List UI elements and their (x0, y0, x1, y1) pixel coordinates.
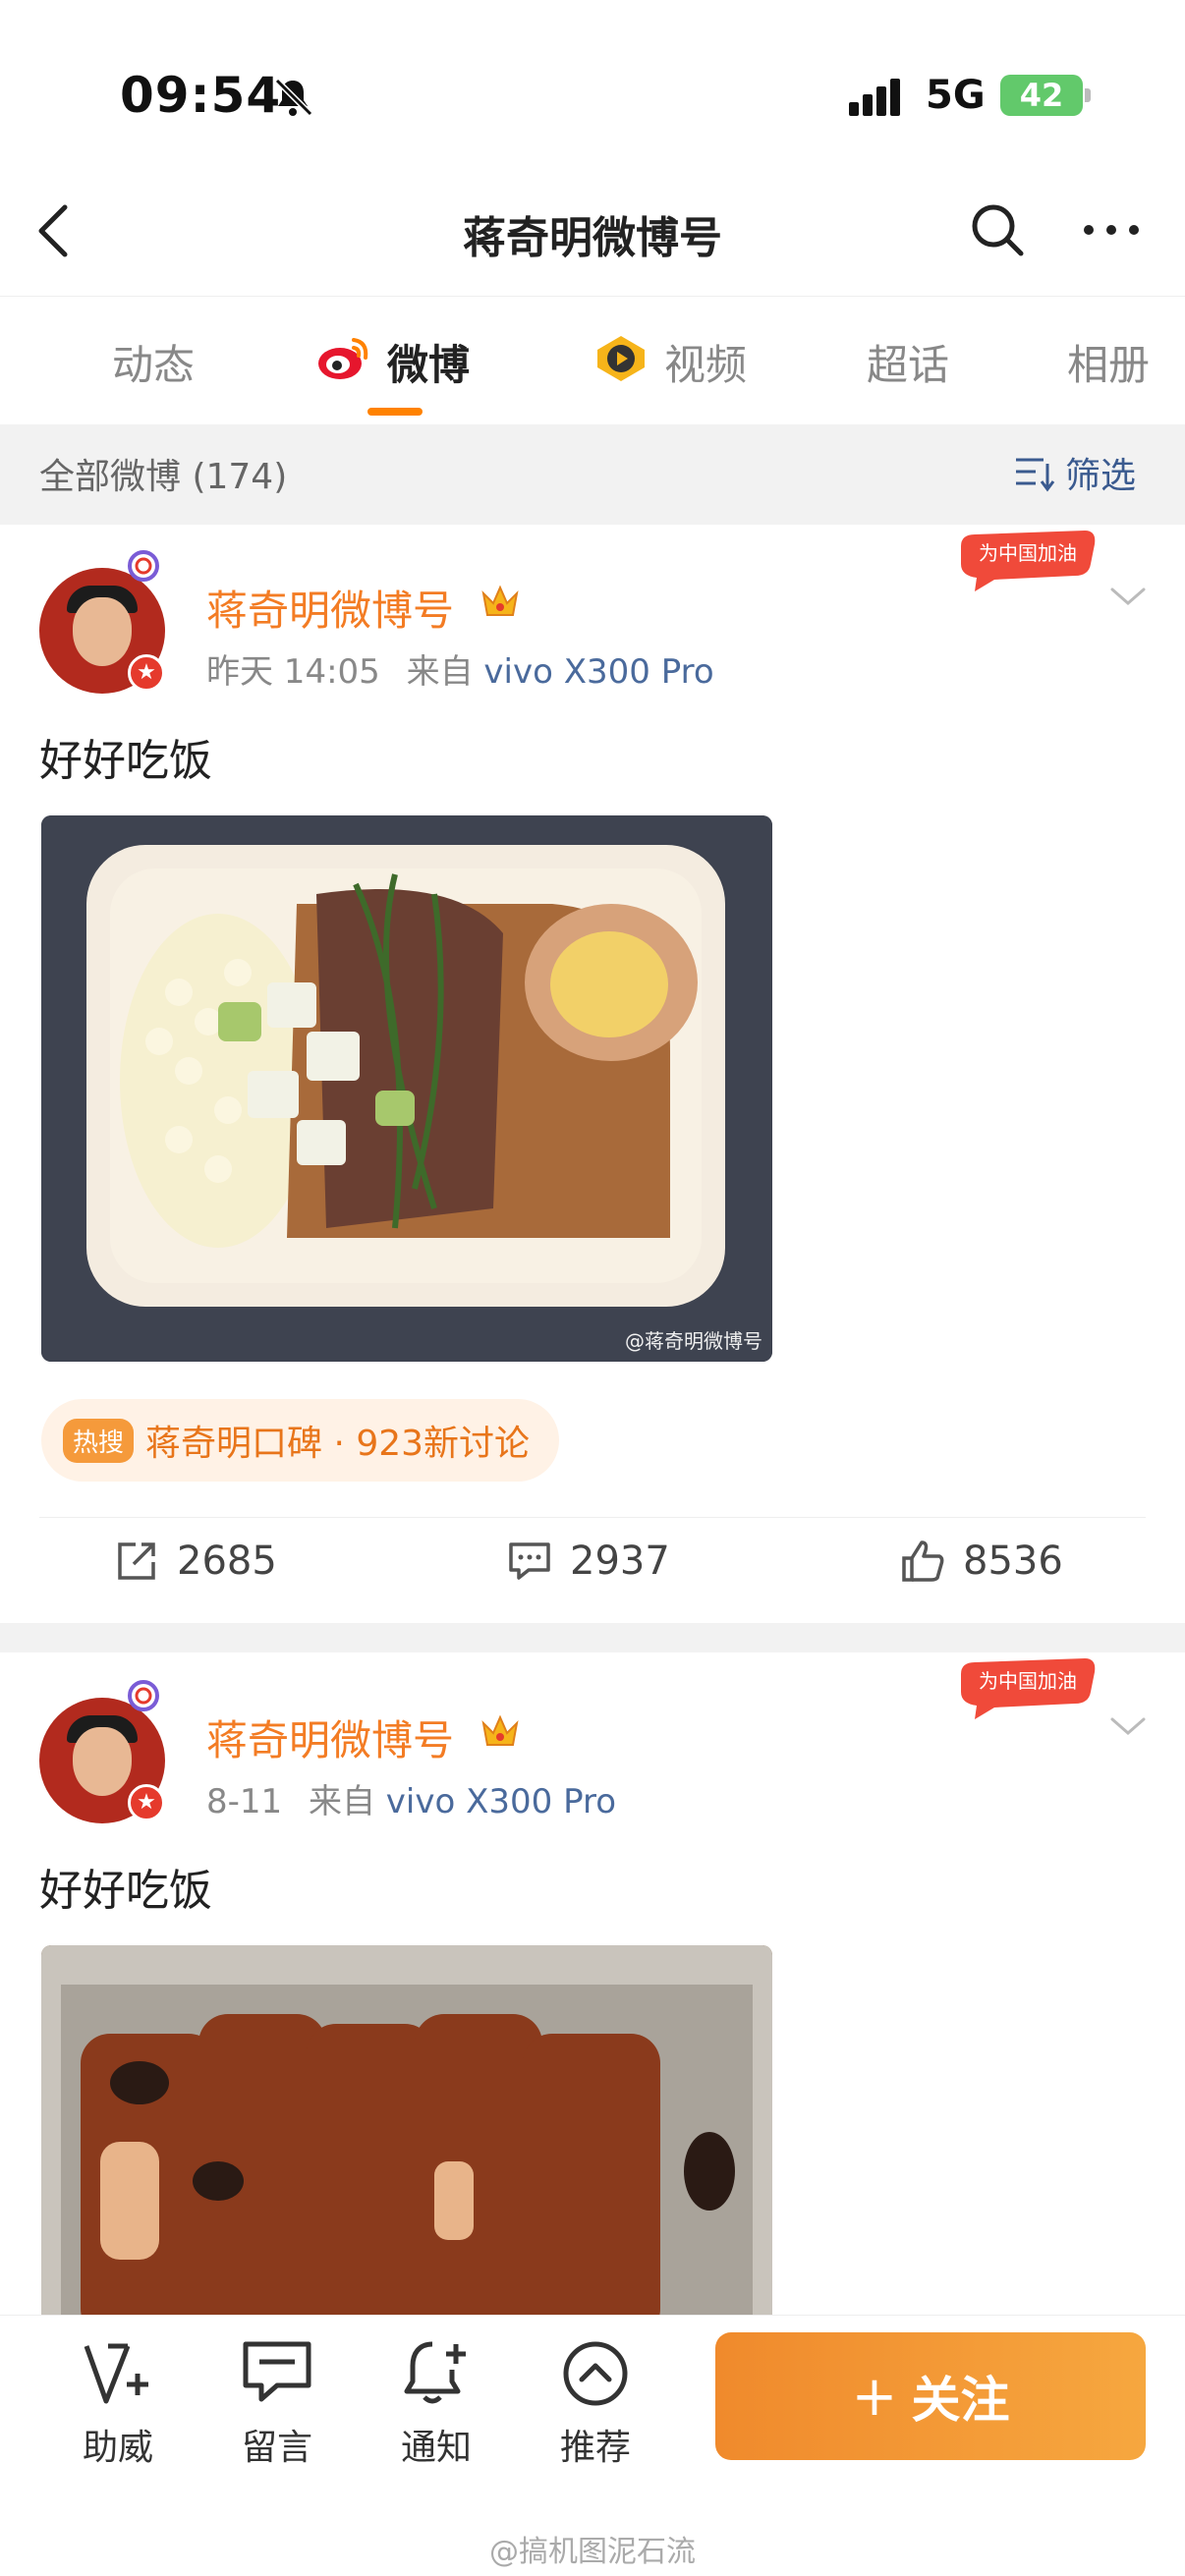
promo-badge-icon: 为中国加油 (961, 1658, 1096, 1719)
promo-text: 为中国加油 (979, 541, 1077, 565)
network-type: 5G (926, 73, 986, 118)
hot-search-text: 蒋奇明口碑 · 923新讨论 (145, 1424, 531, 1464)
filter-icon (1016, 458, 1055, 492)
image-watermark: @蒋奇明微博号 (625, 1329, 762, 1353)
post-meta: 8-11 来自 vivo X300 Pro (206, 1774, 616, 1822)
hot-search-badge: 热搜 (63, 1418, 135, 1463)
recommend-label: 推荐 (559, 2428, 631, 2468)
message-icon (243, 2341, 311, 2402)
post-text: 好好吃饭 (39, 1866, 212, 1916)
signal-icon (849, 79, 900, 116)
thumbs-up-icon (902, 1540, 944, 1582)
status-time: 09:54 (120, 67, 282, 124)
all-posts-count: 全部微博 (174) (39, 457, 288, 497)
battery-tip (1085, 88, 1091, 102)
plus-icon: + (851, 2364, 898, 2429)
cheer-label: 助威 (82, 2428, 153, 2468)
promo-text: 为中国加油 (979, 1669, 1077, 1693)
chevron-up-circle-icon (563, 2341, 628, 2406)
more-icon[interactable] (1079, 200, 1144, 259)
bell-muted-icon (274, 78, 313, 117)
post-image[interactable]: @蒋奇明微博号 (41, 815, 772, 1362)
avatar[interactable]: ★ (39, 1680, 165, 1823)
comment-icon (509, 1542, 550, 1580)
post-source[interactable]: vivo X300 Pro (386, 1782, 616, 1821)
roast-meat-image (41, 1945, 772, 2338)
share-icon (118, 1542, 155, 1580)
like-button[interactable]: 8536 (900, 1539, 1063, 1584)
hot-search-tag[interactable]: 热搜 蒋奇明口碑 · 923新讨论 (41, 1399, 560, 1482)
recommend-button[interactable]: 推荐 (536, 2334, 654, 2470)
verified-badge-icon: ★ (128, 1784, 165, 1821)
tab-album[interactable]: 相册 (1067, 332, 1150, 392)
post-username[interactable]: 蒋奇明微博号 (206, 1708, 454, 1767)
cheer-button[interactable]: 助威 (59, 2334, 177, 2470)
filter-label: 筛选 (1065, 456, 1137, 496)
post-time: 昨天 14:05 (206, 652, 380, 692)
comment-button[interactable]: 2937 (507, 1539, 670, 1584)
notify-button[interactable]: 通知 (377, 2334, 495, 2470)
post-time: 8-11 (206, 1782, 283, 1821)
avatar[interactable]: ★ (39, 550, 165, 694)
tab-super-topic[interactable]: 超话 (867, 332, 949, 392)
food-tray-image (41, 815, 772, 1362)
post-meta: 昨天 14:05 来自 vivo X300 Pro (206, 644, 714, 693)
notify-label: 通知 (400, 2428, 472, 2468)
tab-video[interactable]: 视频 (664, 332, 747, 392)
active-tab-indicator (367, 408, 423, 416)
crown-icon (481, 1714, 519, 1746)
video-icon (597, 336, 645, 381)
chevron-down-icon[interactable] (1108, 1711, 1148, 1741)
avatar-pendant-icon (128, 550, 159, 582)
battery-level: 42 (1000, 75, 1083, 116)
repost-button[interactable]: 2685 (114, 1539, 277, 1584)
comment-count: 2937 (570, 1539, 670, 1584)
message-label: 留言 (241, 2428, 312, 2468)
weibo-logo-icon (318, 338, 368, 379)
follow-label: 关注 (911, 2372, 1010, 2429)
tab-dynamic[interactable]: 动态 (112, 332, 195, 392)
page-watermark: @搞机图泥石流 (489, 2535, 696, 2569)
follow-button[interactable]: + 关注 (715, 2332, 1146, 2460)
avatar-pendant-icon (128, 1680, 159, 1711)
cheer-v-icon (84, 2343, 148, 2404)
post-separator (0, 1623, 1185, 1652)
post-source-prefix: 来自 (406, 652, 474, 692)
message-button[interactable]: 留言 (218, 2334, 336, 2470)
post-divider (39, 1517, 1146, 1518)
post-username[interactable]: 蒋奇明微博号 (206, 578, 454, 638)
chevron-down-icon[interactable] (1108, 582, 1148, 611)
post-source[interactable]: vivo X300 Pro (483, 652, 713, 692)
verified-badge-icon: ★ (128, 654, 165, 692)
repost-count: 2685 (177, 1539, 277, 1584)
post-text: 好好吃饭 (39, 736, 212, 786)
promo-badge-icon: 为中国加油 (961, 531, 1096, 591)
post-image[interactable] (41, 1945, 772, 2338)
tab-weibo[interactable]: 微博 (387, 332, 470, 392)
search-icon[interactable] (968, 200, 1027, 259)
like-count: 8536 (963, 1539, 1063, 1584)
filter-button[interactable]: 筛选 (1014, 448, 1136, 497)
post-source-prefix: 来自 (308, 1782, 375, 1821)
crown-icon (481, 585, 519, 616)
bell-plus-icon (404, 2341, 466, 2404)
status-bar: 09:54 5G 42 (0, 0, 1185, 177)
